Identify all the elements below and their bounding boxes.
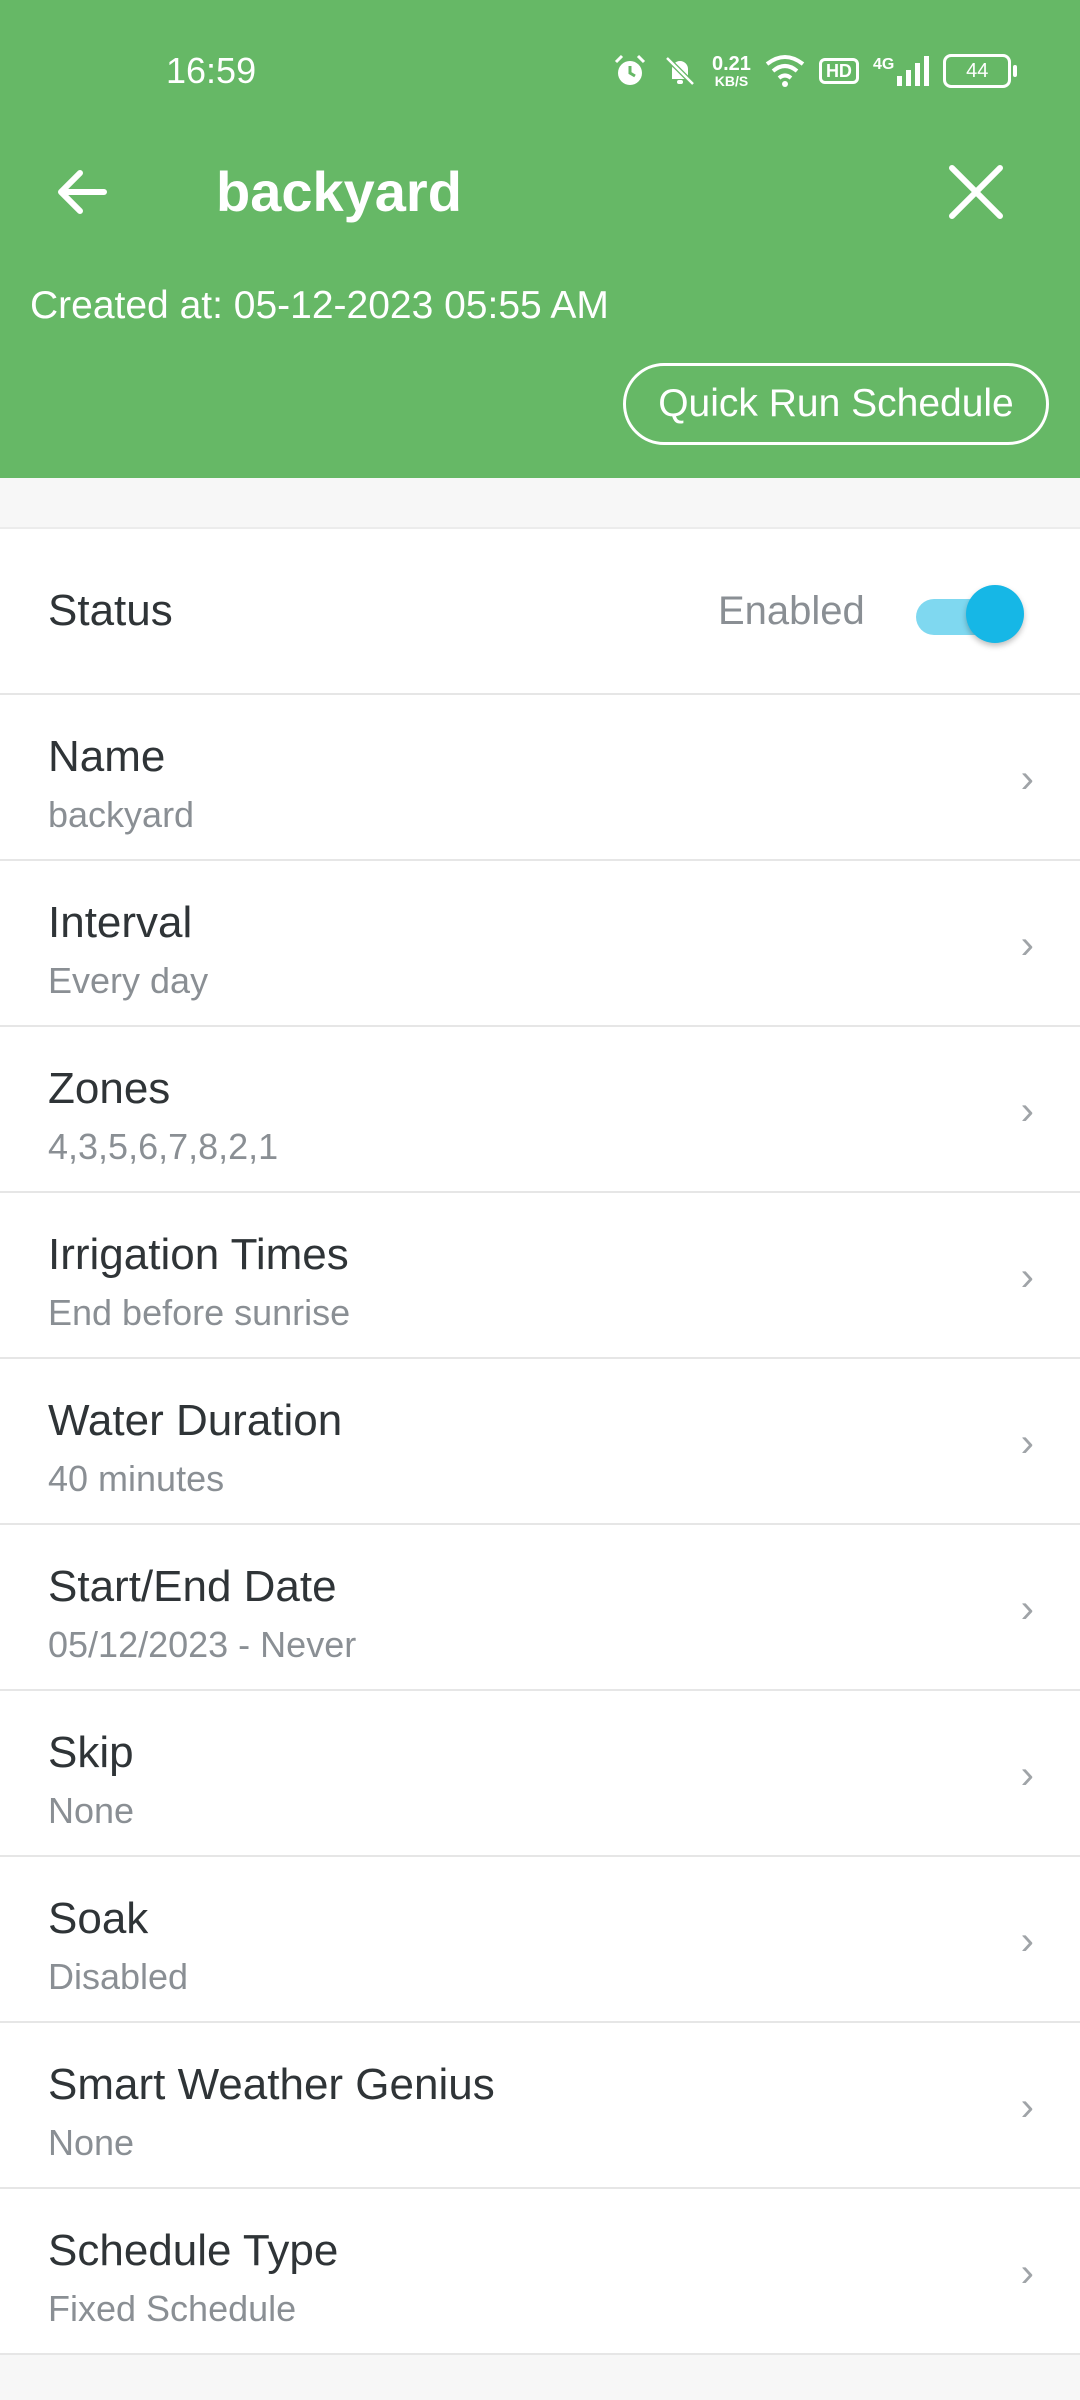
chevron-right-icon: › (1020, 1919, 1034, 1963)
setting-row-start-end-date[interactable]: Start/End Date 05/12/2023 - Never › (0, 1525, 1080, 1691)
setting-label: Zones (48, 1064, 171, 1113)
chevron-right-icon: › (1020, 1753, 1034, 1797)
network-speed: 0.21 KB/S (712, 54, 751, 88)
battery-indicator: 44 (943, 54, 1018, 88)
setting-value: Disabled (48, 1956, 189, 1997)
alarm-icon (614, 54, 646, 85)
setting-label: Smart Weather Genius (48, 2060, 495, 2109)
setting-value: 05/12/2023 - Never (48, 1624, 357, 1665)
setting-label: Interval (48, 898, 193, 947)
chevron-right-icon: › (1020, 1089, 1034, 1133)
setting-value: End before sunrise (48, 1292, 351, 1333)
wifi-icon (765, 55, 805, 87)
setting-value: Every day (48, 960, 209, 1001)
setting-row-skip[interactable]: Skip None › (0, 1691, 1080, 1857)
schedule-header: 16:59 0.21 KB/S HD 4G 44 backyard Create… (0, 0, 1080, 478)
status-label: Status (48, 586, 173, 635)
setting-label: Name (48, 732, 166, 781)
close-button[interactable] (942, 158, 1010, 226)
network-type: 4G (872, 56, 895, 73)
setting-row-schedule-type[interactable]: Schedule Type Fixed Schedule › (0, 2189, 1080, 2355)
speed-unit: KB/S (714, 73, 749, 89)
status-icons: 0.21 KB/S HD 4G 44 (612, 46, 1018, 96)
status-toggle[interactable] (914, 585, 1026, 643)
chevron-right-icon: › (1020, 1421, 1034, 1465)
chevron-right-icon: › (1020, 923, 1034, 967)
setting-value: 40 minutes (48, 1458, 225, 1499)
setting-value: None (48, 2122, 135, 2163)
created-at-text: Created at: 05-12-2023 05:55 AM (30, 284, 609, 327)
signal-bars-icon (897, 56, 930, 86)
setting-row-soak[interactable]: Soak Disabled › (0, 1857, 1080, 2023)
setting-label: Soak (48, 1894, 149, 1943)
setting-value: None (48, 1790, 135, 1831)
setting-row-smart-weather-genius[interactable]: Smart Weather Genius None › (0, 2023, 1080, 2189)
toggle-knob (966, 585, 1024, 643)
status-row: Status Enabled (0, 529, 1080, 695)
chevron-right-icon: › (1020, 2085, 1034, 2129)
setting-row-name[interactable]: Name backyard › (0, 695, 1080, 861)
arrow-left-icon (58, 170, 107, 214)
close-icon (949, 165, 1003, 219)
setting-value: backyard (48, 794, 195, 835)
setting-label: Irrigation Times (48, 1230, 349, 1279)
setting-row-irrigation-times[interactable]: Irrigation Times End before sunrise › (0, 1193, 1080, 1359)
setting-row-interval[interactable]: Interval Every day › (0, 861, 1080, 1027)
setting-label: Skip (48, 1728, 134, 1777)
battery-level: 44 (966, 59, 989, 82)
page-title: backyard (216, 160, 462, 223)
setting-row-water-duration[interactable]: Water Duration 40 minutes › (0, 1359, 1080, 1525)
chevron-right-icon: › (1020, 1587, 1034, 1631)
clock: 16:59 (166, 50, 257, 91)
setting-label: Schedule Type (48, 2226, 339, 2275)
setting-label: Start/End Date (48, 1562, 337, 1611)
schedule-settings-list: Status Enabled Name backyard › Interval … (0, 527, 1080, 2355)
chevron-right-icon: › (1020, 2251, 1034, 2295)
setting-label: Water Duration (48, 1396, 343, 1445)
setting-row-zones[interactable]: Zones 4,3,5,6,7,8,2,1 › (0, 1027, 1080, 1193)
quick-run-schedule-button[interactable]: Quick Run Schedule (623, 363, 1049, 445)
chevron-right-icon: › (1020, 757, 1034, 801)
chevron-right-icon: › (1020, 1255, 1034, 1299)
speed-value: 0.21 (712, 53, 751, 75)
cellular-signal: 4G (872, 56, 930, 86)
status-value: Enabled (718, 589, 865, 633)
system-status-bar: 16:59 0.21 KB/S HD 4G 44 (0, 0, 1080, 130)
back-button[interactable] (50, 160, 114, 224)
bell-muted-icon (665, 56, 695, 86)
setting-value: Fixed Schedule (48, 2288, 297, 2329)
setting-value: 4,3,5,6,7,8,2,1 (48, 1126, 279, 1167)
hd-badge: HD (818, 58, 859, 84)
